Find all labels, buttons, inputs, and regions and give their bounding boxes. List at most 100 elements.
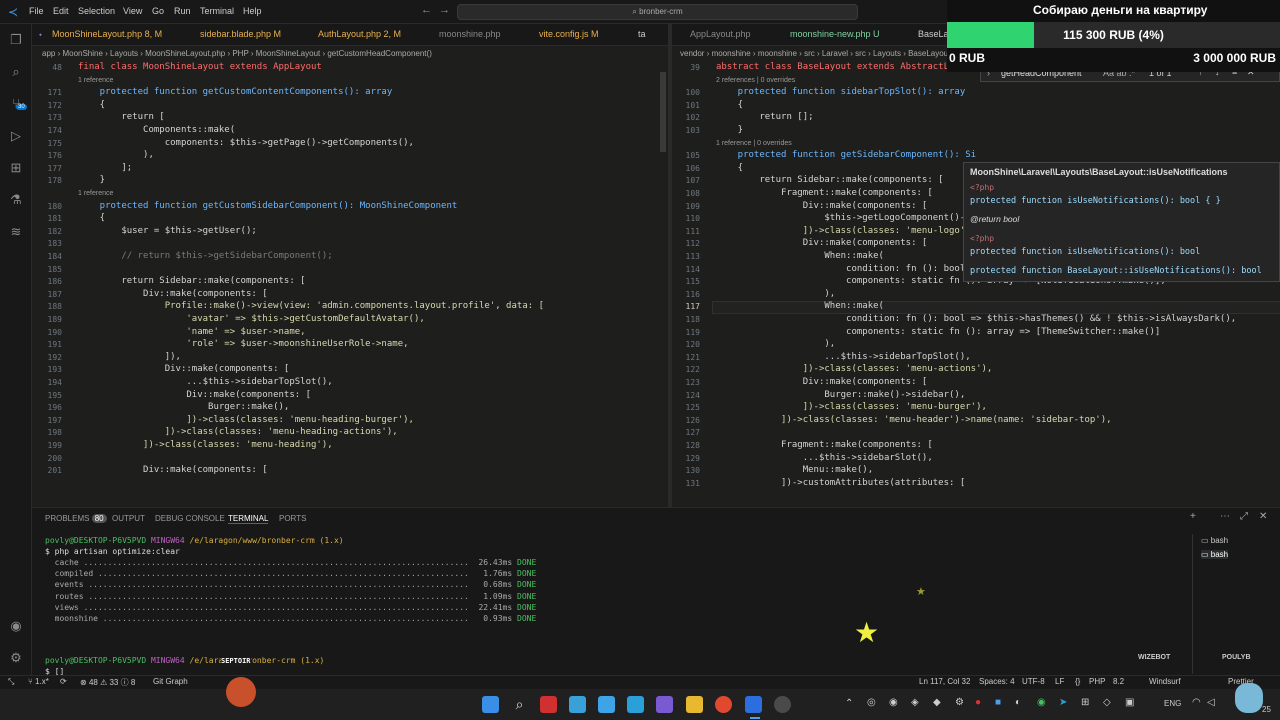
panel-tab-output[interactable]: OUTPUT <box>112 514 145 523</box>
code-line[interactable]: Div::make(components: [ <box>716 238 928 248</box>
sync-icon[interactable]: ⟳ <box>60 677 67 686</box>
panel-tab-terminal[interactable]: TERMINAL <box>228 514 269 524</box>
command-search[interactable]: ⌕ bronber-crm <box>457 4 858 20</box>
code-line[interactable]: return Sidebar::make(components: [ <box>716 175 943 185</box>
menu-help[interactable]: Help <box>243 6 262 16</box>
code-line[interactable]: ])->class(classes: 'menu-logo'), <box>716 226 976 236</box>
left-editor[interactable]: 48 final class MoonShineLayout extends Ap… <box>32 62 668 507</box>
code-line[interactable]: Profile::make()->view(view: 'admin.compo… <box>78 301 544 311</box>
testing-icon[interactable]: ⚗ <box>8 192 24 208</box>
code-line[interactable]: { <box>78 213 105 223</box>
code-line[interactable]: condition: fn (): bool => $this->hasThem… <box>716 314 1236 324</box>
code-line[interactable]: Div::make(components: [ <box>78 364 290 374</box>
menu-selection[interactable]: Selection <box>78 6 115 16</box>
code-line[interactable]: ), <box>716 339 835 349</box>
terminal-list-item[interactable]: ▭ bash <box>1201 536 1228 545</box>
code-line[interactable]: ])->customAttributes(attributes: [ <box>716 478 965 488</box>
tray-app-icon[interactable]: ◉ <box>1037 697 1046 708</box>
codelens-reference[interactable]: 1 reference <box>78 77 113 84</box>
code-line[interactable]: { <box>716 100 743 110</box>
code-line[interactable]: protected function getSidebarComponent()… <box>716 150 976 160</box>
code-line[interactable]: abstract class BaseLayout extends Abstra… <box>716 62 976 72</box>
tray-app-icon[interactable]: ◐ <box>1015 697 1021 708</box>
code-line[interactable]: ])->class(classes: 'menu-burger'), <box>716 402 987 412</box>
menu-file[interactable]: File <box>29 6 44 16</box>
code-line[interactable]: ), <box>716 289 835 299</box>
maximize-panel-icon[interactable]: ⤢ <box>1240 511 1248 522</box>
code-line[interactable]: 'name' => $user->name, <box>78 327 305 337</box>
code-line[interactable]: ...$this->sidebarTopSlot(), <box>78 377 332 387</box>
code-line[interactable]: $this->getLogoComponent()->m <box>716 213 976 223</box>
code-line[interactable]: Div::make(components: [ <box>78 465 268 475</box>
windsurf-status[interactable]: Windsurf <box>1149 677 1181 686</box>
code-line[interactable]: Burger::make()->sidebar(), <box>716 390 965 400</box>
app-hs-icon[interactable] <box>774 696 791 713</box>
code-line[interactable]: Div::make(components: [ <box>716 377 928 387</box>
run-debug-icon[interactable]: ▷ <box>8 128 24 144</box>
tray-steam-icon[interactable]: ◉ <box>889 697 898 708</box>
branch-status[interactable]: ⑂ 1.x* <box>28 677 49 686</box>
tray-chevron-icon[interactable]: ⌃ <box>845 698 853 709</box>
taskbar-search-icon[interactable]: ⌕ <box>511 696 528 713</box>
code-line[interactable]: ])->class(classes: 'menu-heading-actions… <box>78 427 398 437</box>
menu-go[interactable]: Go <box>152 6 164 16</box>
tray-app-icon[interactable]: ◇ <box>1103 697 1111 708</box>
code-line[interactable]: protected function sidebarTopSlot(): arr… <box>716 87 966 97</box>
tab-moonshinelayout[interactable]: MoonShineLayout.php 8, M <box>52 29 162 39</box>
menu-edit[interactable]: Edit <box>53 6 69 16</box>
tray-app-icon[interactable]: ◈ <box>911 697 919 708</box>
git-graph-button[interactable]: Git Graph <box>153 677 188 686</box>
remote-icon[interactable]: ≋ <box>8 224 24 240</box>
code-line[interactable]: Div::make(components: [ <box>716 201 928 211</box>
tab-truncated[interactable]: ta <box>638 29 646 39</box>
vscode-taskbar-icon[interactable] <box>745 696 762 713</box>
volume-icon[interactable]: ◁ <box>1207 697 1215 708</box>
new-terminal-icon[interactable]: + <box>1190 511 1196 522</box>
code-line[interactable]: final class MoonShineLayout extends AppL… <box>78 62 322 72</box>
code-line[interactable]: ]; <box>78 163 132 173</box>
code-line[interactable]: Components::make( <box>78 125 235 135</box>
menu-terminal[interactable]: Terminal <box>200 6 234 16</box>
telegram-icon[interactable] <box>627 696 644 713</box>
settings-gear-icon[interactable]: ⚙ <box>8 650 24 666</box>
code-line[interactable]: Div::make(components: [ <box>78 289 268 299</box>
code-line[interactable]: 'role' => $user->moonshineUserRole->name… <box>78 339 408 349</box>
left-breadcrumb[interactable]: app › MoonShine › Layouts › MoonShineLay… <box>42 46 662 62</box>
code-line[interactable]: protected function getCustomSidebarCompo… <box>78 201 458 211</box>
tray-app-icon[interactable]: ▣ <box>1125 697 1134 708</box>
edge-icon[interactable] <box>598 696 615 713</box>
code-line[interactable]: Fragment::make(components: [ <box>716 188 933 198</box>
tray-record-icon[interactable]: ● <box>975 697 981 708</box>
language-indicator[interactable]: ENG <box>1164 699 1181 708</box>
code-line[interactable]: Div::make(components: [ <box>78 390 311 400</box>
tray-discord-icon[interactable]: ◎ <box>867 697 876 708</box>
code-line[interactable]: return Sidebar::make(components: [ <box>78 276 305 286</box>
code-line[interactable]: { <box>78 100 105 110</box>
encoding[interactable]: UTF-8 <box>1022 677 1045 686</box>
panel-tab-debug-console[interactable]: DEBUG CONSOLE <box>155 514 225 523</box>
language-mode[interactable]: PHP <box>1089 677 1105 686</box>
search-icon[interactable]: ⌕ <box>8 64 24 80</box>
code-line[interactable]: When::make( <box>716 251 884 261</box>
code-line[interactable]: components: $this->getPage()->getCompone… <box>78 138 414 148</box>
terminal-list-item[interactable]: ▭ bash <box>1201 550 1229 559</box>
code-line[interactable]: $user = $this->getUser(); <box>78 226 256 236</box>
tab-sidebar-blade[interactable]: sidebar.blade.php M <box>200 29 281 39</box>
clock[interactable]: 25 <box>1262 705 1271 714</box>
code-line[interactable]: ])->class(classes: 'menu-header')->name(… <box>716 415 1112 425</box>
terminal-output[interactable]: povly@DESKTOP-P6V5PVD MINGW64 /e/laragon… <box>45 536 1185 676</box>
code-line[interactable]: 'avatar' => $this->getCustomDefaultAvata… <box>78 314 424 324</box>
code-line[interactable]: ])->class(classes: 'menu-heading-burger'… <box>78 415 414 425</box>
code-line[interactable]: When::make( <box>716 301 884 311</box>
code-line[interactable]: // return $this->getSidebarComponent(); <box>78 251 332 261</box>
codelens-reference[interactable]: 1 reference | 0 overrides <box>716 140 792 147</box>
tab-moonshine-new[interactable]: moonshine-new.php U <box>790 29 880 39</box>
tray-app-icon[interactable]: ⊞ <box>1081 697 1089 708</box>
tab-applayout[interactable]: AppLayout.php <box>690 29 751 39</box>
code-line[interactable]: } <box>716 125 743 135</box>
obsidian-icon[interactable] <box>656 696 673 713</box>
problems-status[interactable]: ⊗ 48 ⚠ 33 ⓘ 8 <box>80 677 135 688</box>
forward-arrow-icon[interactable]: → <box>439 4 450 16</box>
panel-tab-ports[interactable]: PORTS <box>279 514 306 523</box>
extensions-icon[interactable]: ⊞ <box>8 160 24 176</box>
